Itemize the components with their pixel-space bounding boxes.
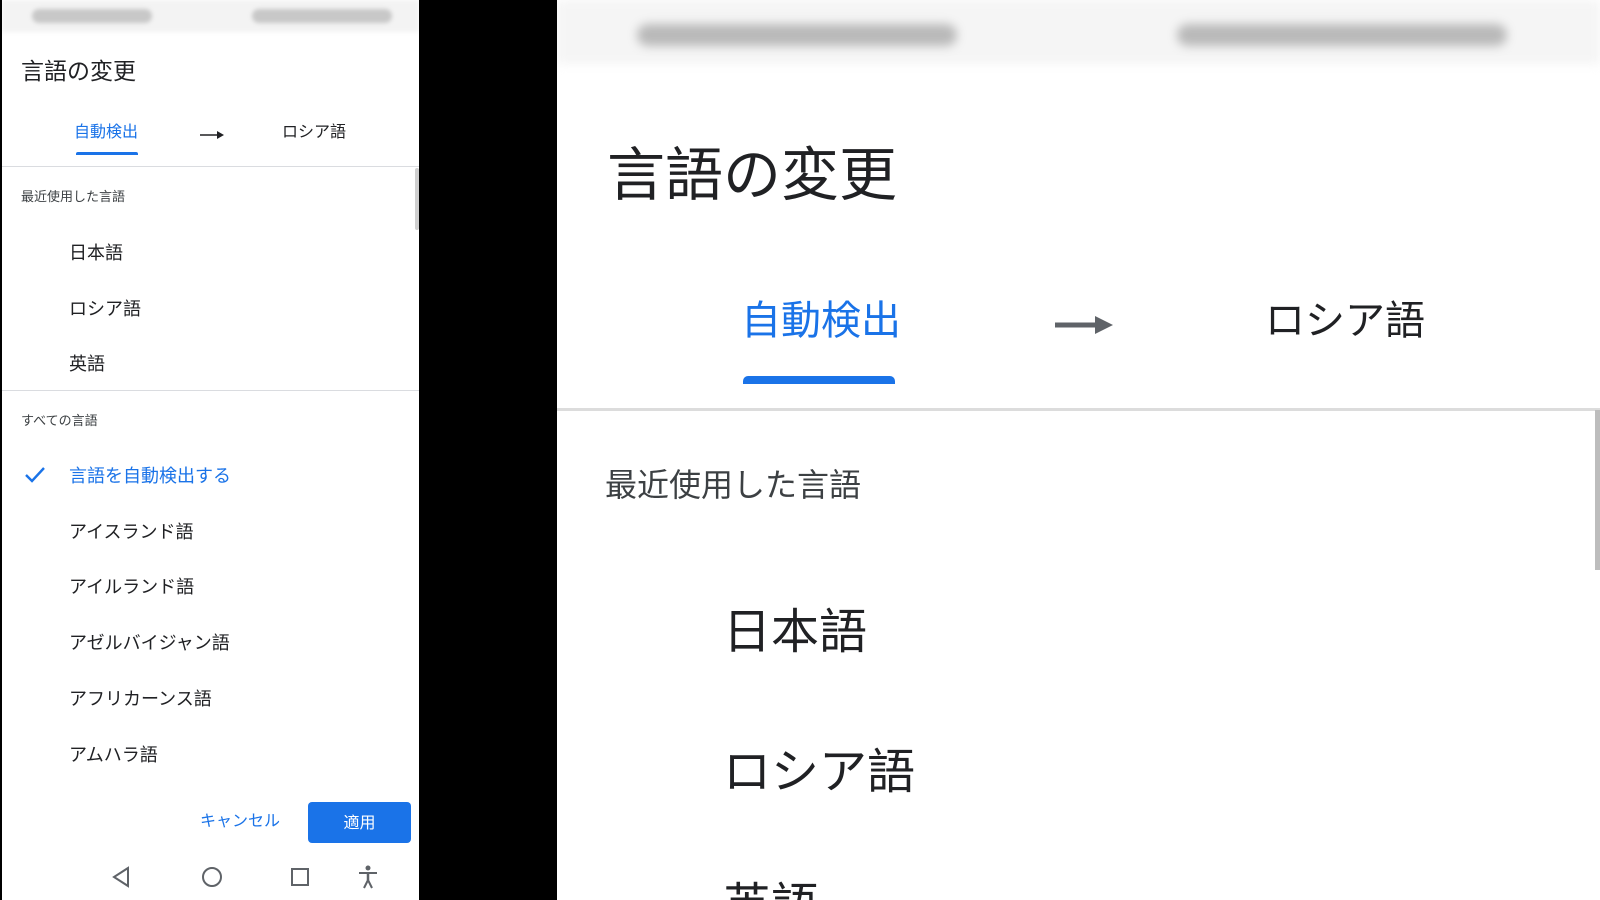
list-item-language[interactable]: アゼルバイジャン語 <box>69 629 230 655</box>
tab-source-language[interactable]: 自動検出 <box>74 118 138 142</box>
zoomed-list-item[interactable]: 英語 <box>723 866 819 900</box>
zoomed-list-item[interactable]: 日本語 <box>723 592 867 662</box>
section-heading-recent: 最近使用した言語 <box>21 190 126 205</box>
language-dialog: 言語の変更 自動検出 ロシア語 最近使用した言語 日本語 ロシア語 英語 すべて… <box>2 0 419 900</box>
status-bar <box>2 0 419 32</box>
system-navigation-bar <box>2 858 419 900</box>
list-item-recent[interactable]: ロシア語 <box>69 295 141 321</box>
section-heading-all: すべての言語 <box>21 414 98 429</box>
zoomed-dialog-title: 言語の変更 <box>607 141 898 209</box>
list-item-recent[interactable]: 英語 <box>69 350 105 376</box>
tabs-divider <box>2 166 419 167</box>
recents-icon[interactable] <box>287 864 313 890</box>
home-icon[interactable] <box>199 864 225 890</box>
zoomed-tab-target-language[interactable]: ロシア語 <box>1265 288 1425 346</box>
zoomed-status-bar <box>557 0 1600 64</box>
arrow-right-icon <box>1055 316 1113 334</box>
cancel-button[interactable]: キャンセル <box>192 802 288 840</box>
list-item-language[interactable]: アムハラ語 <box>69 741 158 767</box>
list-item-language[interactable]: アフリカーンス語 <box>69 685 212 711</box>
arrow-right-icon <box>200 131 224 139</box>
back-icon[interactable] <box>109 864 135 890</box>
zoomed-tab-source-language[interactable]: 自動検出 <box>741 288 901 346</box>
list-item-recent[interactable]: 日本語 <box>69 239 123 265</box>
active-tab-indicator <box>76 152 138 155</box>
zoomed-dialog-view: 言語の変更 自動検出 ロシア語 最近使用した言語 日本語 ロシア語 英語 <box>557 0 1600 900</box>
list-item-language[interactable]: アイスランド語 <box>69 518 194 544</box>
section-divider <box>2 390 419 391</box>
scrollbar[interactable] <box>415 168 419 230</box>
check-icon <box>25 467 45 483</box>
accessibility-icon[interactable] <box>355 864 381 890</box>
zoomed-tabs-divider <box>557 408 1600 411</box>
list-item-language[interactable]: アイルランド語 <box>69 573 194 599</box>
dialog-title: 言語の変更 <box>21 59 136 85</box>
list-item-auto-detect[interactable]: 言語を自動検出する <box>69 462 231 488</box>
zoomed-scrollbar[interactable] <box>1595 410 1600 570</box>
zoomed-list-item[interactable]: ロシア語 <box>723 732 915 802</box>
tab-target-language[interactable]: ロシア語 <box>282 118 346 142</box>
zoomed-active-tab-indicator <box>743 376 895 384</box>
zoomed-section-heading-recent: 最近使用した言語 <box>605 466 862 504</box>
apply-button[interactable]: 適用 <box>308 802 411 843</box>
